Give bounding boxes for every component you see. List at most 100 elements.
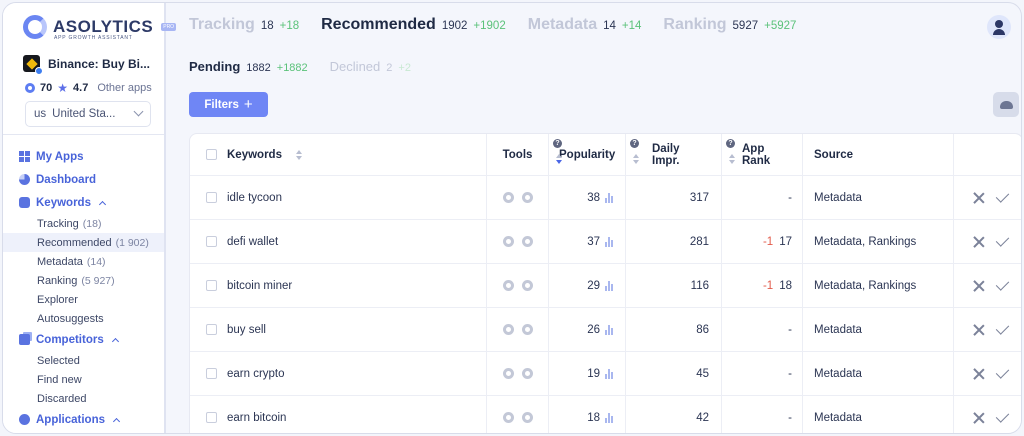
cloud-download-button[interactable] xyxy=(993,92,1019,117)
sort-icon[interactable] xyxy=(556,154,562,164)
filters-button[interactable]: Filters + xyxy=(189,92,268,117)
table-header: Keywords Tools ? Popularity ? Daily Impr… xyxy=(190,134,1021,176)
select-all-checkbox[interactable] xyxy=(206,149,217,160)
tab-delta: +18 xyxy=(279,20,300,32)
decline-icon[interactable] xyxy=(973,368,985,380)
tool-icon[interactable] xyxy=(521,324,533,335)
header-label: Keywords xyxy=(227,148,282,161)
accept-icon[interactable] xyxy=(995,276,1009,291)
nav-dashboard[interactable]: Dashboard xyxy=(3,168,164,191)
tab-declined[interactable]: Declined 2 +2 xyxy=(330,59,411,74)
sidebar-item-autosuggests[interactable]: Autosuggests xyxy=(3,309,164,328)
accept-icon[interactable] xyxy=(995,408,1009,423)
row-checkbox[interactable] xyxy=(206,324,217,335)
tool-icon[interactable] xyxy=(521,236,533,247)
header-daily-impressions[interactable]: ? Daily Impr. xyxy=(626,134,722,175)
actions-cell xyxy=(954,220,1021,263)
accept-icon[interactable] xyxy=(995,364,1009,379)
tool-icon[interactable] xyxy=(502,236,514,247)
sidebar-item-find-new[interactable]: Find new xyxy=(3,370,164,389)
nav-keywords[interactable]: Keywords xyxy=(3,191,164,214)
tool-icon[interactable] xyxy=(502,280,514,291)
rank-value: - xyxy=(788,411,792,424)
accept-icon[interactable] xyxy=(995,232,1009,247)
popularity-value: 19 xyxy=(587,367,600,380)
tab-label: Recommended xyxy=(321,16,436,33)
help-icon[interactable]: ? xyxy=(553,139,562,148)
other-apps-link[interactable]: Other apps xyxy=(97,82,151,94)
row-checkbox[interactable] xyxy=(206,280,217,291)
bar-chart-icon[interactable] xyxy=(605,192,613,203)
row-checkbox[interactable] xyxy=(206,368,217,379)
bar-chart-icon[interactable] xyxy=(605,368,613,379)
user-avatar-icon[interactable] xyxy=(987,15,1011,39)
subtab-label: Pending xyxy=(189,59,241,74)
keyword-text: defi wallet xyxy=(227,235,279,248)
header-keywords[interactable]: Keywords xyxy=(190,134,487,175)
header-popularity[interactable]: ? Popularity xyxy=(549,134,626,175)
sidebar-item-label: Selected xyxy=(37,354,80,367)
competitors-icon xyxy=(19,334,30,345)
source-cell: Metadata xyxy=(803,352,954,395)
country-select[interactable]: us United Sta... xyxy=(25,101,151,127)
tool-icon[interactable] xyxy=(521,280,533,291)
tab-ranking[interactable]: Ranking 5927 +5927 xyxy=(663,16,796,34)
tool-icon[interactable] xyxy=(521,368,533,379)
sort-icon[interactable] xyxy=(295,149,302,160)
tool-icon[interactable] xyxy=(521,192,533,203)
rank-value: - xyxy=(788,323,792,336)
decline-icon[interactable] xyxy=(973,192,985,204)
table-row: earn crypto 19 45 - Metadata xyxy=(190,352,1021,396)
nav-competitors[interactable]: Competitors xyxy=(3,328,164,351)
tab-metadata[interactable]: Metadata 14 +14 xyxy=(528,16,642,34)
help-icon[interactable]: ? xyxy=(726,139,735,148)
tool-icon[interactable] xyxy=(502,324,514,335)
sidebar-item-tracking[interactable]: Tracking (18) xyxy=(3,214,164,233)
sort-icon[interactable] xyxy=(633,154,639,164)
decline-icon[interactable] xyxy=(973,236,985,248)
header-app-rank[interactable]: ? App Rank xyxy=(722,134,803,175)
accept-icon[interactable] xyxy=(995,188,1009,203)
bar-chart-icon[interactable] xyxy=(605,412,613,423)
decline-icon[interactable] xyxy=(973,324,985,336)
row-checkbox[interactable] xyxy=(206,192,217,203)
daily-impressions-cell: 116 xyxy=(626,264,722,307)
sidebar-item-selected[interactable]: Selected xyxy=(3,351,164,370)
bar-chart-icon[interactable] xyxy=(605,236,613,247)
bar-chart-icon[interactable] xyxy=(605,280,613,291)
keyword-tabs: Tracking 18 +18 Recommended 1902 +1902 M… xyxy=(189,16,796,34)
sidebar-item-label: Ranking xyxy=(37,274,78,287)
header-label: Daily Impr. xyxy=(652,142,680,167)
help-icon[interactable]: ? xyxy=(630,139,639,148)
row-checkbox[interactable] xyxy=(206,412,217,423)
sidebar-item-metadata[interactable]: Metadata (14) xyxy=(3,252,164,271)
sidebar-item-explorer[interactable]: Explorer xyxy=(3,290,164,309)
rank-value: 17 xyxy=(779,235,792,248)
country-name: United Sta... xyxy=(52,108,116,120)
rank-delta: -1 xyxy=(762,235,774,248)
score-icon xyxy=(25,83,35,93)
current-app[interactable]: Binance: Buy Bi... xyxy=(23,55,150,75)
decline-icon[interactable] xyxy=(973,280,985,292)
tab-recommended[interactable]: Recommended 1902 +1902 xyxy=(321,16,506,34)
popularity-cell: 37 xyxy=(549,220,626,263)
tool-icon[interactable] xyxy=(521,412,533,423)
nav-my-apps[interactable]: My Apps xyxy=(3,145,164,168)
tab-tracking[interactable]: Tracking 18 +18 xyxy=(189,16,299,34)
row-checkbox[interactable] xyxy=(206,236,217,247)
bar-chart-icon[interactable] xyxy=(605,324,613,335)
chevron-down-icon xyxy=(133,106,144,117)
sidebar-item-discarded[interactable]: Discarded xyxy=(3,389,164,408)
header-label: App Rank xyxy=(742,142,771,167)
tool-icon[interactable] xyxy=(502,412,514,423)
tab-pending[interactable]: Pending 1882 +1882 xyxy=(189,59,308,74)
accept-icon[interactable] xyxy=(995,320,1009,335)
sort-icon[interactable] xyxy=(729,154,735,164)
popularity-cell: 19 xyxy=(549,352,626,395)
sidebar-item-recommended[interactable]: Recommended (1 902) xyxy=(3,233,164,252)
tool-icon[interactable] xyxy=(502,368,514,379)
sidebar-item-ranking[interactable]: Ranking (5 927) xyxy=(3,271,164,290)
decline-icon[interactable] xyxy=(973,412,985,424)
nav-applications[interactable]: Applications xyxy=(3,408,164,431)
tool-icon[interactable] xyxy=(502,192,514,203)
